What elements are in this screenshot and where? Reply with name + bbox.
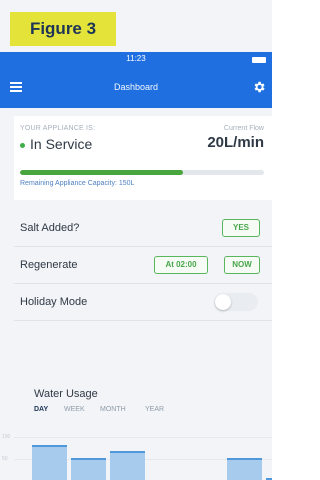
y-tick-label: 50 [2,456,8,462]
usage-bar [32,445,67,480]
current-flow-value: 20L/min [207,134,264,151]
usage-bar [110,451,145,480]
appliance-status-card: YOUR APPLIANCE IS: Current Flow In Servi… [14,116,272,200]
tab-year[interactable]: YEAR [145,406,164,413]
holiday-row: Holiday Mode [14,284,272,321]
water-usage-chart: 100 50 [0,426,272,480]
regenerate-row: Regenerate At 02:00 NOW [14,247,272,284]
water-usage-title: Water Usage [34,388,98,400]
usage-bar-cap [227,458,262,460]
capacity-progress-fill [20,170,184,175]
tab-day[interactable]: DAY [34,406,48,413]
regenerate-now-button[interactable]: NOW [224,256,260,274]
usage-bar-cap [110,451,145,453]
capacity-label: Remaining Appliance Capacity: 150L [20,180,135,187]
figure-label: Figure 3 [10,12,116,46]
app-header: Dashboard [0,68,272,108]
usage-bar-cap [71,458,106,460]
status-time: 11:23 [126,54,146,63]
appliance-label: YOUR APPLIANCE IS: [20,125,96,132]
gear-icon[interactable] [252,80,266,94]
y-tick-label: 100 [2,434,11,440]
usage-bar-cap [32,445,67,447]
tab-month[interactable]: MONTH [100,406,126,413]
regenerate-schedule-button[interactable]: At 02:00 [154,256,208,274]
status-dot-icon [20,143,25,148]
usage-bar [71,458,106,480]
regenerate-label: Regenerate [20,259,78,271]
holiday-mode-toggle[interactable] [214,293,258,311]
app-screen: Figure 3 11:23 Dashboard YOUR APPLIANCE … [0,0,272,480]
toggle-knob [215,294,231,310]
chart-gridline [14,437,272,438]
battery-icon [252,57,266,63]
usage-bar [227,458,262,480]
holiday-label: Holiday Mode [20,296,88,308]
page-title: Dashboard [113,82,159,92]
tab-week[interactable]: WEEK [64,406,85,413]
salt-label: Salt Added? [20,222,80,234]
salt-row: Salt Added? YES [14,210,272,247]
capacity-progress-bar [20,170,264,175]
current-flow-label: Current Flow [223,125,264,132]
appliance-status: In Service [30,136,93,152]
status-bar: 11:23 [0,52,272,68]
salt-yes-button[interactable]: YES [222,219,260,237]
